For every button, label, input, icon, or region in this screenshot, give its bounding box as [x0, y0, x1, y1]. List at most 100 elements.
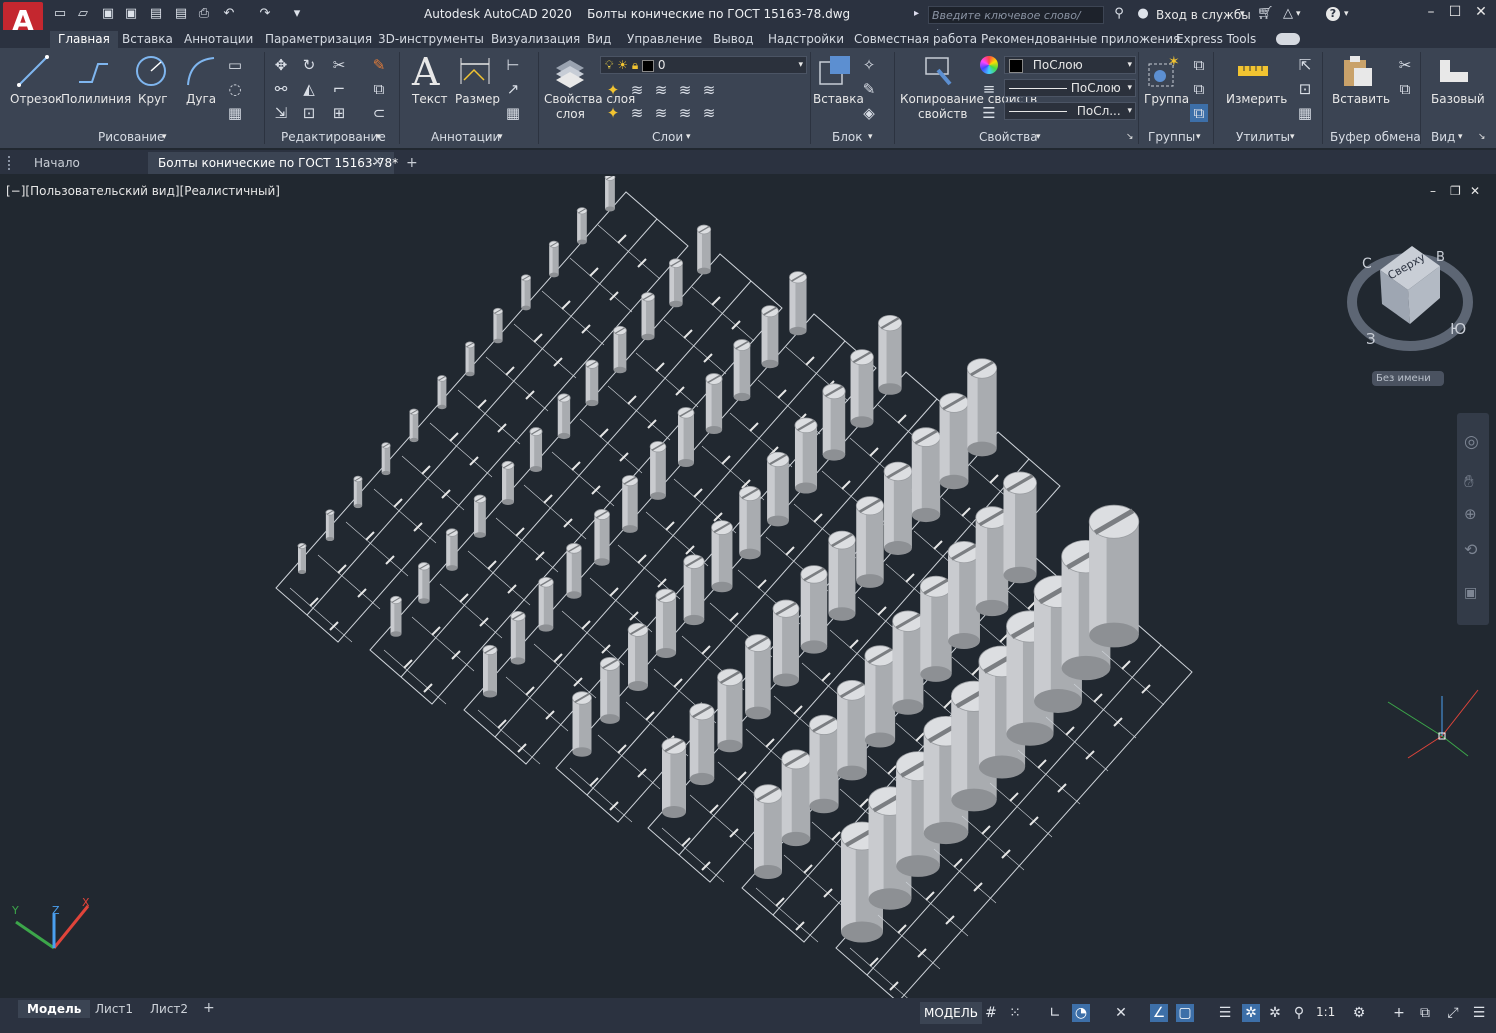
close-tab-icon[interactable]: ✕ [372, 155, 383, 170]
undo-icon[interactable]: ↶ [222, 7, 236, 21]
measure-icon[interactable] [1236, 60, 1270, 82]
panel-title-groups[interactable]: Группы [1148, 130, 1195, 144]
fillet-icon[interactable]: ⌐ [330, 80, 348, 98]
chevron-down-icon[interactable]: ▾ [1196, 132, 1201, 142]
tab-annotate[interactable]: Аннотации [176, 31, 261, 48]
close-button[interactable]: ✕ [1470, 4, 1492, 24]
erase-icon[interactable]: ✎ [370, 56, 388, 74]
steering-wheel-icon[interactable]: ◎ [1464, 432, 1479, 452]
minimize-button[interactable]: – [1420, 4, 1442, 24]
layer-tool-icon[interactable]: ≋ [628, 104, 646, 122]
panel-title-draw[interactable]: Рисование [98, 130, 164, 144]
explode-icon[interactable]: ⧉ [370, 80, 388, 98]
copy-icon[interactable]: ⚯ [272, 80, 290, 98]
customize-quick-access-icon[interactable]: ▾ [290, 7, 304, 21]
insert-block-button[interactable]: Вставка [813, 92, 864, 106]
panel-title-layers[interactable]: Слои [652, 130, 683, 144]
tab-view[interactable]: Вид [579, 31, 619, 48]
new-tab-icon[interactable]: + [406, 155, 418, 171]
fullscreen-icon[interactable]: ⤢ [1444, 1004, 1462, 1022]
panel-title-clipboard[interactable]: Буфер обмена [1330, 130, 1421, 144]
chevron-down-icon[interactable]: ▾ [1296, 9, 1301, 19]
layer-tool-icon[interactable]: ≋ [676, 81, 694, 99]
tab-visualize[interactable]: Визуализация [483, 31, 588, 48]
annotation-scale-icon[interactable]: ⚲ [1290, 1004, 1308, 1022]
zoom-extents-icon[interactable]: ⊕ [1464, 505, 1477, 523]
layer-tool-icon[interactable]: ≋ [676, 104, 694, 122]
polar-icon[interactable]: ◔ [1072, 1004, 1090, 1022]
polyline-button[interactable]: Полилиния [61, 92, 131, 106]
mirror-icon[interactable]: ◭ [300, 80, 318, 98]
layer-dropdown[interactable]: 💡︎ ☀ 🔒︎ 0 ▾ [600, 56, 807, 74]
copy-clip-icon[interactable]: ⧉ [1396, 80, 1414, 98]
linetype-dropdown[interactable]: ПоСлою ▾ [1004, 79, 1136, 97]
move-icon[interactable]: ✥ [272, 56, 290, 74]
customization-menu-icon[interactable]: ☰ [1470, 1004, 1488, 1022]
dimension-icon[interactable] [458, 54, 492, 88]
user-icon[interactable]: ● [1136, 7, 1150, 21]
base-view-button[interactable]: Базовый [1431, 92, 1485, 106]
layout-tab-sheet2[interactable]: Лист2 [141, 1000, 197, 1018]
ortho-icon[interactable]: ∟ [1046, 1004, 1064, 1022]
compass-north[interactable]: С [1362, 256, 1372, 272]
chevron-down-icon[interactable]: ▾ [1240, 9, 1245, 19]
chevron-down-icon[interactable]: ▾ [498, 132, 503, 142]
compass-west[interactable]: З [1366, 330, 1376, 348]
linetype-icon[interactable]: ≡ [980, 80, 998, 98]
layout-tab-sheet1[interactable]: Лист1 [86, 1000, 142, 1018]
save-as-icon[interactable]: ▣ [124, 7, 138, 21]
tab-parametric[interactable]: Параметризация [257, 31, 380, 48]
rectangle-icon[interactable]: ▭ [226, 56, 244, 74]
panel-title-properties[interactable]: Свойства [979, 130, 1038, 144]
table-icon[interactable]: ▦ [504, 104, 522, 122]
grid-icon[interactable]: # [982, 1004, 1000, 1022]
tab-featured-apps[interactable]: Рекомендованные приложения [973, 31, 1188, 48]
cart-icon[interactable]: 🛒︎ [1257, 7, 1274, 21]
trim-icon[interactable]: ✂ [330, 56, 348, 74]
layer-tool-icon[interactable]: ✦ [604, 81, 622, 99]
array-icon[interactable]: ⊞ [330, 104, 348, 122]
layer-tool-icon[interactable]: ≋ [628, 81, 646, 99]
bolt-model-drawing[interactable] [0, 176, 1496, 998]
layer-tool-icon[interactable]: ✦ [604, 104, 622, 122]
tab-home[interactable]: Главная [50, 31, 118, 48]
tab-collaborate[interactable]: Совместная работа [846, 31, 985, 48]
layout-tab-model[interactable]: Модель [18, 1000, 91, 1018]
dimension-button[interactable]: Размер [455, 92, 500, 106]
dialog-launcher-icon[interactable]: ↘ [1126, 132, 1134, 142]
chevron-down-icon[interactable]: ▾ [1036, 132, 1041, 142]
group-icon[interactable]: ✶ [1146, 54, 1180, 88]
hatch-icon[interactable]: ◌ [226, 80, 244, 98]
circle-button[interactable]: Круг [138, 92, 168, 106]
group-button[interactable]: Группа [1144, 92, 1189, 106]
tab-express-tools[interactable]: Express Tools [1168, 31, 1264, 48]
chevron-down-icon[interactable]: ▾ [162, 132, 167, 142]
panel-title-annotation[interactable]: Аннотации [431, 130, 500, 144]
stretch-icon[interactable]: ⇲ [272, 104, 290, 122]
help-icon[interactable]: ? [1326, 7, 1340, 21]
workspace-gear-icon[interactable]: ⚙ [1350, 1004, 1368, 1022]
chevron-down-icon[interactable]: ▾ [376, 132, 381, 142]
layer-tool-icon[interactable]: ≋ [652, 104, 670, 122]
object-snap-icon[interactable]: ▢ [1176, 1004, 1194, 1022]
isolate-objects-icon[interactable]: ⧉ [1416, 1004, 1434, 1022]
lineweight-toggle-icon[interactable]: ☰ [1216, 1004, 1234, 1022]
lineweight-dropdown[interactable]: ПоСл... ▾ [1004, 102, 1136, 120]
plot-icon[interactable]: ⎙ [197, 7, 211, 21]
chevron-down-icon[interactable]: ▾ [1458, 132, 1463, 142]
layer-tool-icon[interactable]: ≋ [700, 104, 718, 122]
color-wheel-icon[interactable] [980, 56, 998, 74]
autodesk-a360-icon[interactable]: △ [1281, 7, 1295, 21]
showmotion-icon[interactable]: ▣ [1464, 585, 1477, 601]
leader-icon[interactable]: ↗ [504, 80, 522, 98]
named-view-dropdown[interactable]: Без имени [1372, 371, 1444, 386]
tab-manage[interactable]: Управление [619, 31, 710, 48]
cut-icon[interactable]: ✂ [1396, 56, 1414, 74]
tab-3d-tools[interactable]: 3D-инструменты [370, 31, 492, 48]
panel-title-utilities[interactable]: Утилиты [1236, 130, 1290, 144]
redo-icon[interactable]: ↷ [258, 7, 272, 21]
layer-tool-icon[interactable]: ≋ [652, 81, 670, 99]
base-view-icon[interactable] [1436, 56, 1470, 86]
group-selection-icon[interactable]: ⧉ [1190, 104, 1208, 122]
new-file-icon[interactable]: ▭ [53, 7, 67, 21]
